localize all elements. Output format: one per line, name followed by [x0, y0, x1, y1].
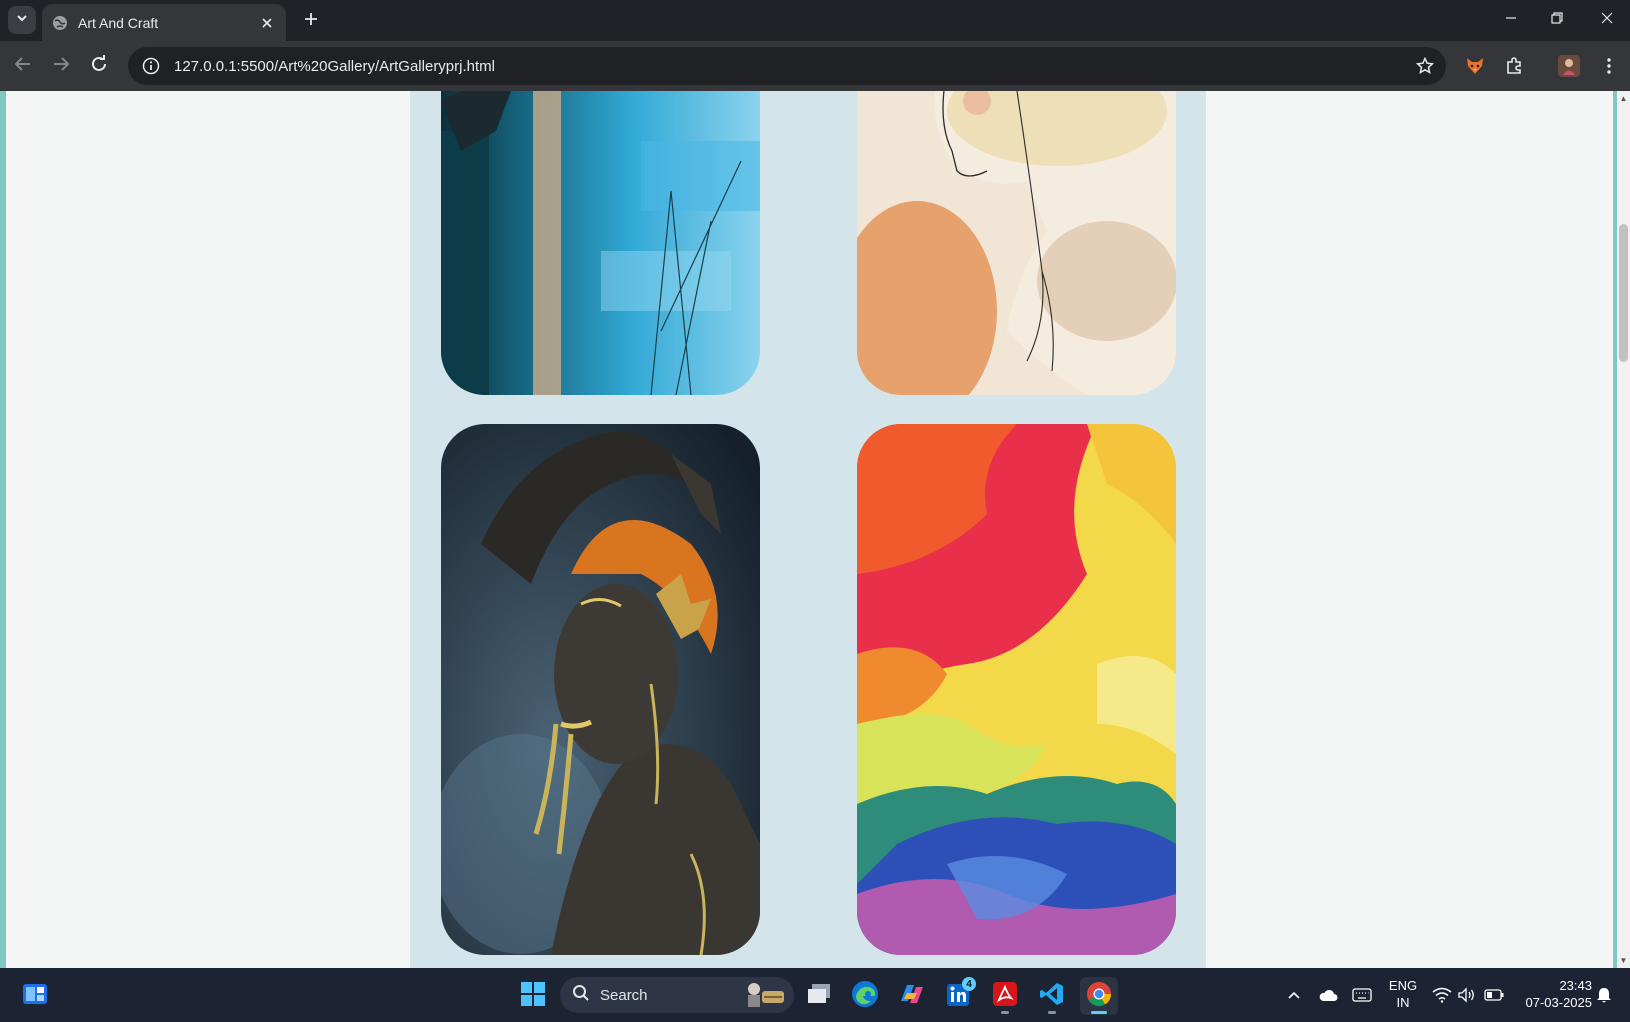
artwork-watercolor-portrait[interactable] [857, 91, 1176, 395]
chrome-icon [1086, 981, 1112, 1012]
copilot-app-button[interactable] [893, 977, 931, 1015]
close-window-button[interactable] [1584, 0, 1630, 40]
bookmark-star-icon[interactable] [1410, 51, 1440, 81]
widgets-button[interactable] [16, 977, 54, 1015]
url-text: 127.0.0.1:5500/Art%20Gallery/ArtGalleryp… [174, 57, 495, 75]
battery-icon[interactable] [1482, 983, 1506, 1007]
task-view-button[interactable] [800, 977, 838, 1015]
clock-date: 07-03-2025 [1525, 995, 1593, 1010]
region-code: IN [1396, 995, 1410, 1010]
reload-button[interactable] [84, 51, 114, 81]
volume-icon[interactable] [1455, 983, 1479, 1007]
scrollbar-thumb[interactable] [1619, 224, 1628, 362]
restore-icon [1551, 11, 1563, 29]
edge-icon [851, 980, 879, 1013]
acrobat-app-button[interactable] [986, 977, 1024, 1015]
search-icon [572, 984, 590, 1006]
profile-avatar[interactable] [1554, 51, 1584, 81]
address-bar[interactable]: 127.0.0.1:5500/Art%20Gallery/ArtGalleryp… [128, 47, 1446, 85]
reload-icon [90, 54, 108, 78]
tab-title: Art And Craft [78, 14, 159, 31]
page-viewport: ▲ ▼ [0, 91, 1630, 968]
extensions-puzzle-icon[interactable] [1499, 51, 1529, 81]
site-info-icon[interactable] [140, 55, 162, 77]
start-button[interactable] [514, 977, 552, 1015]
browser-toolbar: 127.0.0.1:5500/Art%20Gallery/ArtGalleryp… [0, 41, 1630, 91]
chrome-app-button[interactable] [1080, 977, 1118, 1015]
scroll-down-arrow-icon[interactable]: ▼ [1618, 955, 1629, 966]
browser-tab-strip: Art And Craft [0, 0, 1630, 41]
forward-button[interactable] [46, 51, 76, 81]
close-icon [1601, 11, 1613, 29]
pdf-reader-icon [992, 981, 1018, 1012]
chevron-down-icon [16, 11, 28, 29]
onedrive-cloud-icon[interactable] [1316, 983, 1340, 1007]
notification-bell-icon[interactable] [1592, 983, 1616, 1007]
artwork-fluid-ink-abstract[interactable] [857, 424, 1176, 955]
keyboard-icon[interactable] [1350, 983, 1374, 1007]
back-button[interactable] [8, 51, 38, 81]
linkedin-notification-badge: 4 [962, 977, 976, 991]
wifi-icon[interactable] [1430, 983, 1454, 1007]
running-indicator [1001, 1011, 1009, 1014]
copilot-icon [898, 981, 926, 1012]
vscode-icon [1039, 981, 1065, 1012]
globe-icon [52, 15, 68, 31]
artwork-golden-body-art[interactable] [441, 424, 760, 955]
minimize-icon [1505, 11, 1517, 29]
page-accent-strip-left [0, 91, 6, 968]
fox-extension-icon[interactable] [1460, 51, 1490, 81]
edge-app-button[interactable] [846, 977, 884, 1015]
linkedin-app-button[interactable]: 4 [940, 977, 978, 1015]
clock-time: 23:43 [1559, 978, 1592, 993]
browser-menu-icon[interactable] [1594, 51, 1624, 81]
arrow-left-icon [14, 55, 32, 78]
tab-search-button[interactable] [8, 6, 36, 34]
task-view-icon [806, 983, 832, 1010]
system-clock[interactable]: 23:43 07-03-2025 [1514, 977, 1593, 1011]
arrow-right-icon [52, 55, 70, 78]
search-highlight-icon [742, 979, 786, 1011]
active-indicator [1091, 1011, 1107, 1014]
vertical-scrollbar[interactable]: ▲ ▼ [1617, 91, 1630, 968]
windows-logo-icon [520, 981, 546, 1012]
browser-tab[interactable]: Art And Craft [42, 4, 286, 41]
search-label: Search [600, 986, 648, 1004]
running-indicator [1048, 1011, 1056, 1014]
taskbar-search-box[interactable]: Search [560, 977, 794, 1013]
language-code: ENG [1388, 978, 1418, 993]
scroll-up-arrow-icon[interactable]: ▲ [1618, 93, 1629, 104]
widgets-icon [22, 983, 48, 1010]
gallery-panel [410, 91, 1206, 968]
vscode-app-button[interactable] [1033, 977, 1071, 1015]
close-tab-icon[interactable] [258, 14, 276, 32]
show-hidden-icons-chevron-up-icon[interactable] [1282, 983, 1306, 1007]
artwork-blue-wall-mural[interactable] [441, 91, 760, 395]
plus-icon [304, 12, 318, 31]
minimize-button[interactable] [1488, 0, 1534, 40]
windows-taskbar: Search 4 ENG IN 23:43 07-03-2025 [0, 968, 1630, 1022]
language-indicator[interactable]: ENG IN [1388, 977, 1418, 1011]
new-tab-button[interactable] [298, 8, 324, 34]
restore-button[interactable] [1534, 0, 1580, 40]
